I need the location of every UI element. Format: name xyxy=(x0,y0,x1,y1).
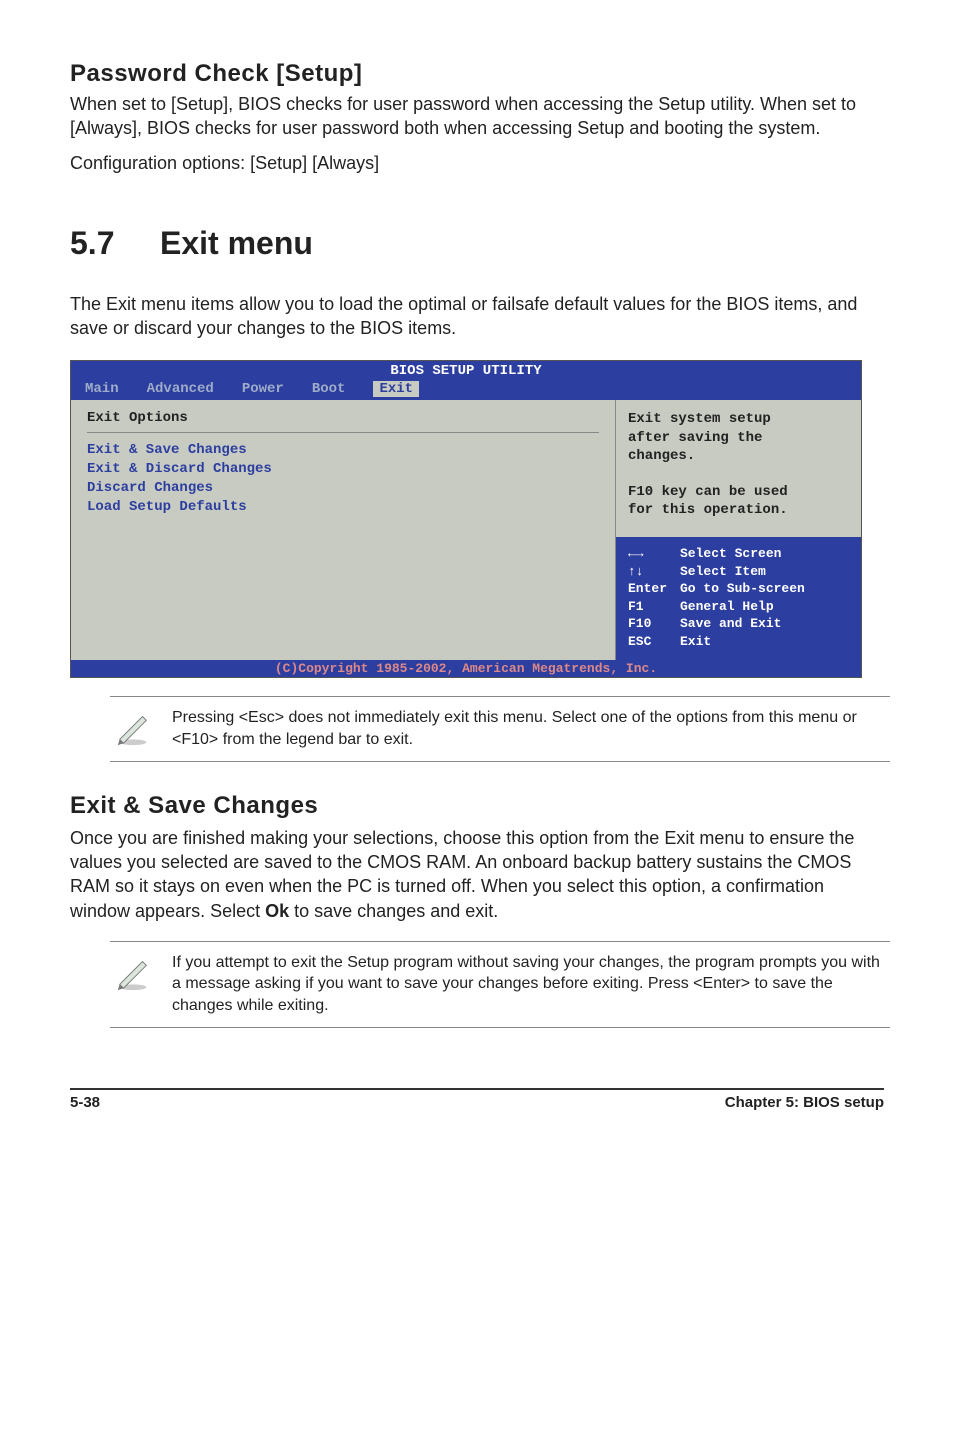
bios-key-desc: Save and Exit xyxy=(680,615,781,633)
paragraph-text: to save changes and exit. xyxy=(289,901,498,921)
pencil-note-icon xyxy=(114,954,152,992)
bios-tab-advanced[interactable]: Advanced xyxy=(147,381,214,397)
bios-screenshot: BIOS SETUP UTILITY Main Advanced Power B… xyxy=(70,360,862,678)
bios-key: Enter xyxy=(628,580,680,598)
bios-key-desc: General Help xyxy=(680,598,774,616)
paragraph: When set to [Setup], BIOS checks for use… xyxy=(70,92,884,141)
bios-key-desc: Exit xyxy=(680,633,711,651)
bios-help-line: F10 key can be used xyxy=(628,483,849,501)
bios-key: ESC xyxy=(628,633,680,651)
section-heading: 5.7Exit menu xyxy=(70,225,884,262)
bios-key-desc: Select Item xyxy=(680,563,766,581)
section-intro: The Exit menu items allow you to load th… xyxy=(70,292,884,341)
bios-help-line: Exit system setup xyxy=(628,410,849,428)
bios-help-line xyxy=(628,465,849,483)
bios-title: BIOS SETUP UTILITY xyxy=(71,363,861,379)
page-footer: 5-38 Chapter 5: BIOS setup xyxy=(70,1088,884,1111)
bios-tab-power[interactable]: Power xyxy=(242,381,284,397)
chapter-label: Chapter 5: BIOS setup xyxy=(725,1094,884,1111)
bios-left-title: Exit Options xyxy=(87,410,599,426)
bios-titlebar: BIOS SETUP UTILITY xyxy=(71,361,861,381)
bios-key: F1 xyxy=(628,598,680,616)
document-page: Password Check [Setup] When set to [Setu… xyxy=(0,0,954,1151)
bios-body: Exit Options Exit & Save Changes Exit & … xyxy=(71,400,861,660)
bios-key-row: F10Save and Exit xyxy=(628,615,849,633)
section-number: 5.7 xyxy=(70,225,160,262)
bios-option[interactable]: Load Setup Defaults xyxy=(87,498,599,517)
bios-key-row: ↑↓Select Item xyxy=(628,563,849,581)
bios-help-line: for this operation. xyxy=(628,501,849,519)
note-text: Pressing <Esc> does not immediately exit… xyxy=(172,707,886,750)
pencil-note-icon xyxy=(114,709,152,747)
bios-key-desc: Go to Sub-screen xyxy=(680,580,805,598)
bios-tab-exit[interactable]: Exit xyxy=(373,381,419,397)
bios-option[interactable]: Exit & Save Changes xyxy=(87,441,599,460)
bios-right-pane: Exit system setup after saving the chang… xyxy=(616,400,861,660)
note-box: If you attempt to exit the Setup program… xyxy=(110,941,890,1028)
bios-tab-main[interactable]: Main xyxy=(85,381,119,397)
bios-key-desc: Select Screen xyxy=(680,545,781,563)
bios-key-row: EnterGo to Sub-screen xyxy=(628,580,849,598)
page-number: 5-38 xyxy=(70,1094,100,1111)
bios-option[interactable]: Exit & Discard Changes xyxy=(87,460,599,479)
bios-copyright: (C)Copyright 1985-2002, American Megatre… xyxy=(71,660,861,677)
bios-key-row: ESCExit xyxy=(628,633,849,651)
paragraph-config-options: Configuration options: [Setup] [Always] xyxy=(70,151,884,175)
bios-key-row: ←→Select Screen xyxy=(628,545,849,563)
bios-help-text: Exit system setup after saving the chang… xyxy=(628,410,849,519)
bios-divider xyxy=(87,432,599,433)
bios-help-line: after saving the xyxy=(628,429,849,447)
note-box: Pressing <Esc> does not immediately exit… xyxy=(110,696,890,761)
bios-key-row: F1General Help xyxy=(628,598,849,616)
ok-label: Ok xyxy=(265,901,289,921)
bios-help-line: changes. xyxy=(628,447,849,465)
note-text: If you attempt to exit the Setup program… xyxy=(172,952,886,1017)
paragraph: Once you are finished making your select… xyxy=(70,826,884,923)
bios-key: F10 xyxy=(628,615,680,633)
bios-tab-boot[interactable]: Boot xyxy=(312,381,346,397)
section-title: Exit menu xyxy=(160,225,313,261)
bios-tab-row: Main Advanced Power Boot Exit xyxy=(71,381,861,400)
bios-key: ←→ xyxy=(628,545,680,563)
bios-key-legend: ←→Select Screen ↑↓Select Item EnterGo to… xyxy=(616,537,861,660)
bios-option[interactable]: Discard Changes xyxy=(87,479,599,498)
heading-exit-save: Exit & Save Changes xyxy=(70,792,884,820)
heading-password-check: Password Check [Setup] xyxy=(70,60,884,88)
bios-left-pane: Exit Options Exit & Save Changes Exit & … xyxy=(71,400,616,660)
bios-key: ↑↓ xyxy=(628,563,680,581)
